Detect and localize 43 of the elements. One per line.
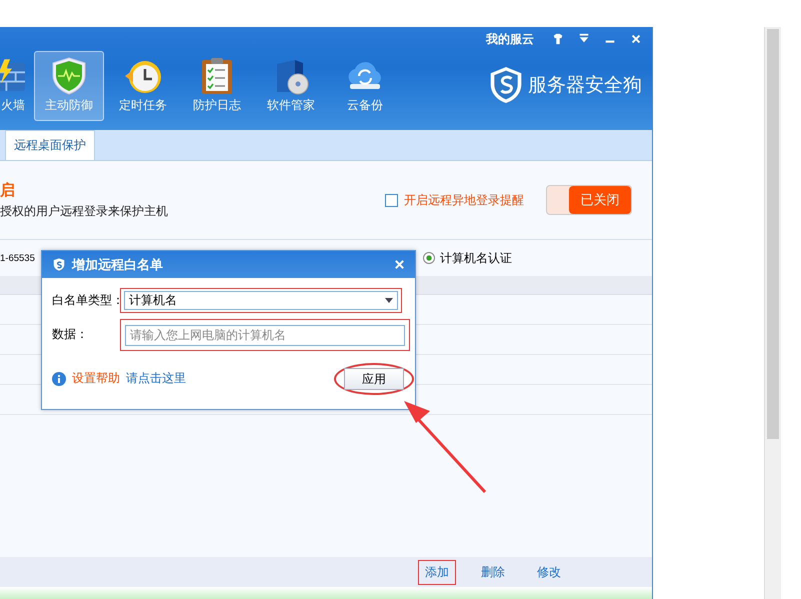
shield-logo-icon (52, 257, 66, 272)
info-icon (52, 372, 66, 386)
dropdown-menu-icon[interactable] (578, 33, 590, 45)
close-icon[interactable] (630, 33, 642, 45)
toolbar-button[interactable]: 云备份 (330, 51, 400, 121)
toolbar-label: 主动防御 (45, 97, 93, 114)
data-input-field[interactable]: 请输入您上网电脑的计算机名 (125, 324, 405, 346)
dialog-title: 增加远程白名单 (72, 256, 164, 274)
radio-label: 计算机名认证 (440, 250, 512, 266)
toolbar-label: 防护日志 (193, 97, 241, 114)
radio-button[interactable] (423, 252, 435, 264)
field-label: 白名单类型： (52, 292, 120, 309)
tab[interactable]: 远程桌面保护 (5, 130, 95, 160)
shield-logo-icon (488, 65, 524, 105)
shirt-icon[interactable] (552, 33, 564, 45)
section-description: 授权的用户远程登录来保护主机 (0, 202, 169, 220)
type-dropdown[interactable]: 计算机名 (124, 291, 398, 310)
help-label: 设置帮助 (72, 370, 120, 388)
action-link[interactable]: 添加 (418, 560, 456, 584)
toolbar-button[interactable]: 防护日志 (182, 51, 252, 121)
toolbar-button[interactable]: 软件管家 (256, 51, 326, 121)
caret-icon (385, 298, 393, 304)
scrollbar-thumb[interactable] (767, 29, 779, 439)
toolbar-label: 软件管家 (267, 97, 315, 114)
toolbar-label: 火墙 (1, 97, 25, 114)
toolbar-button[interactable]: 主动防御 (34, 51, 104, 121)
action-link[interactable]: 删除 (474, 560, 512, 584)
apply-button[interactable]: 应用 (344, 368, 404, 390)
close-icon[interactable] (394, 259, 405, 270)
product-logo-text: 服务器安全狗 (528, 73, 642, 98)
help-link[interactable]: 请点击这里 (126, 370, 186, 388)
toolbar-label: 定时任务 (119, 97, 167, 114)
action-link[interactable]: 修改 (530, 560, 568, 584)
toolbar-label: 云备份 (347, 97, 383, 114)
account-link[interactable]: 我的服云 (486, 30, 534, 48)
toggle-switch[interactable]: 已关闭 (546, 185, 632, 215)
alert-checkbox[interactable]: 开启远程异地登录提醒 (385, 192, 524, 208)
toolbar-button[interactable]: 火墙 (0, 51, 30, 121)
section-title: 启 (0, 180, 16, 200)
checkbox[interactable] (385, 194, 398, 206)
port-range-text: 1-65535 (0, 252, 35, 264)
toolbar-button[interactable]: 定时任务 (108, 51, 178, 121)
field-label: 数据： (52, 326, 89, 344)
